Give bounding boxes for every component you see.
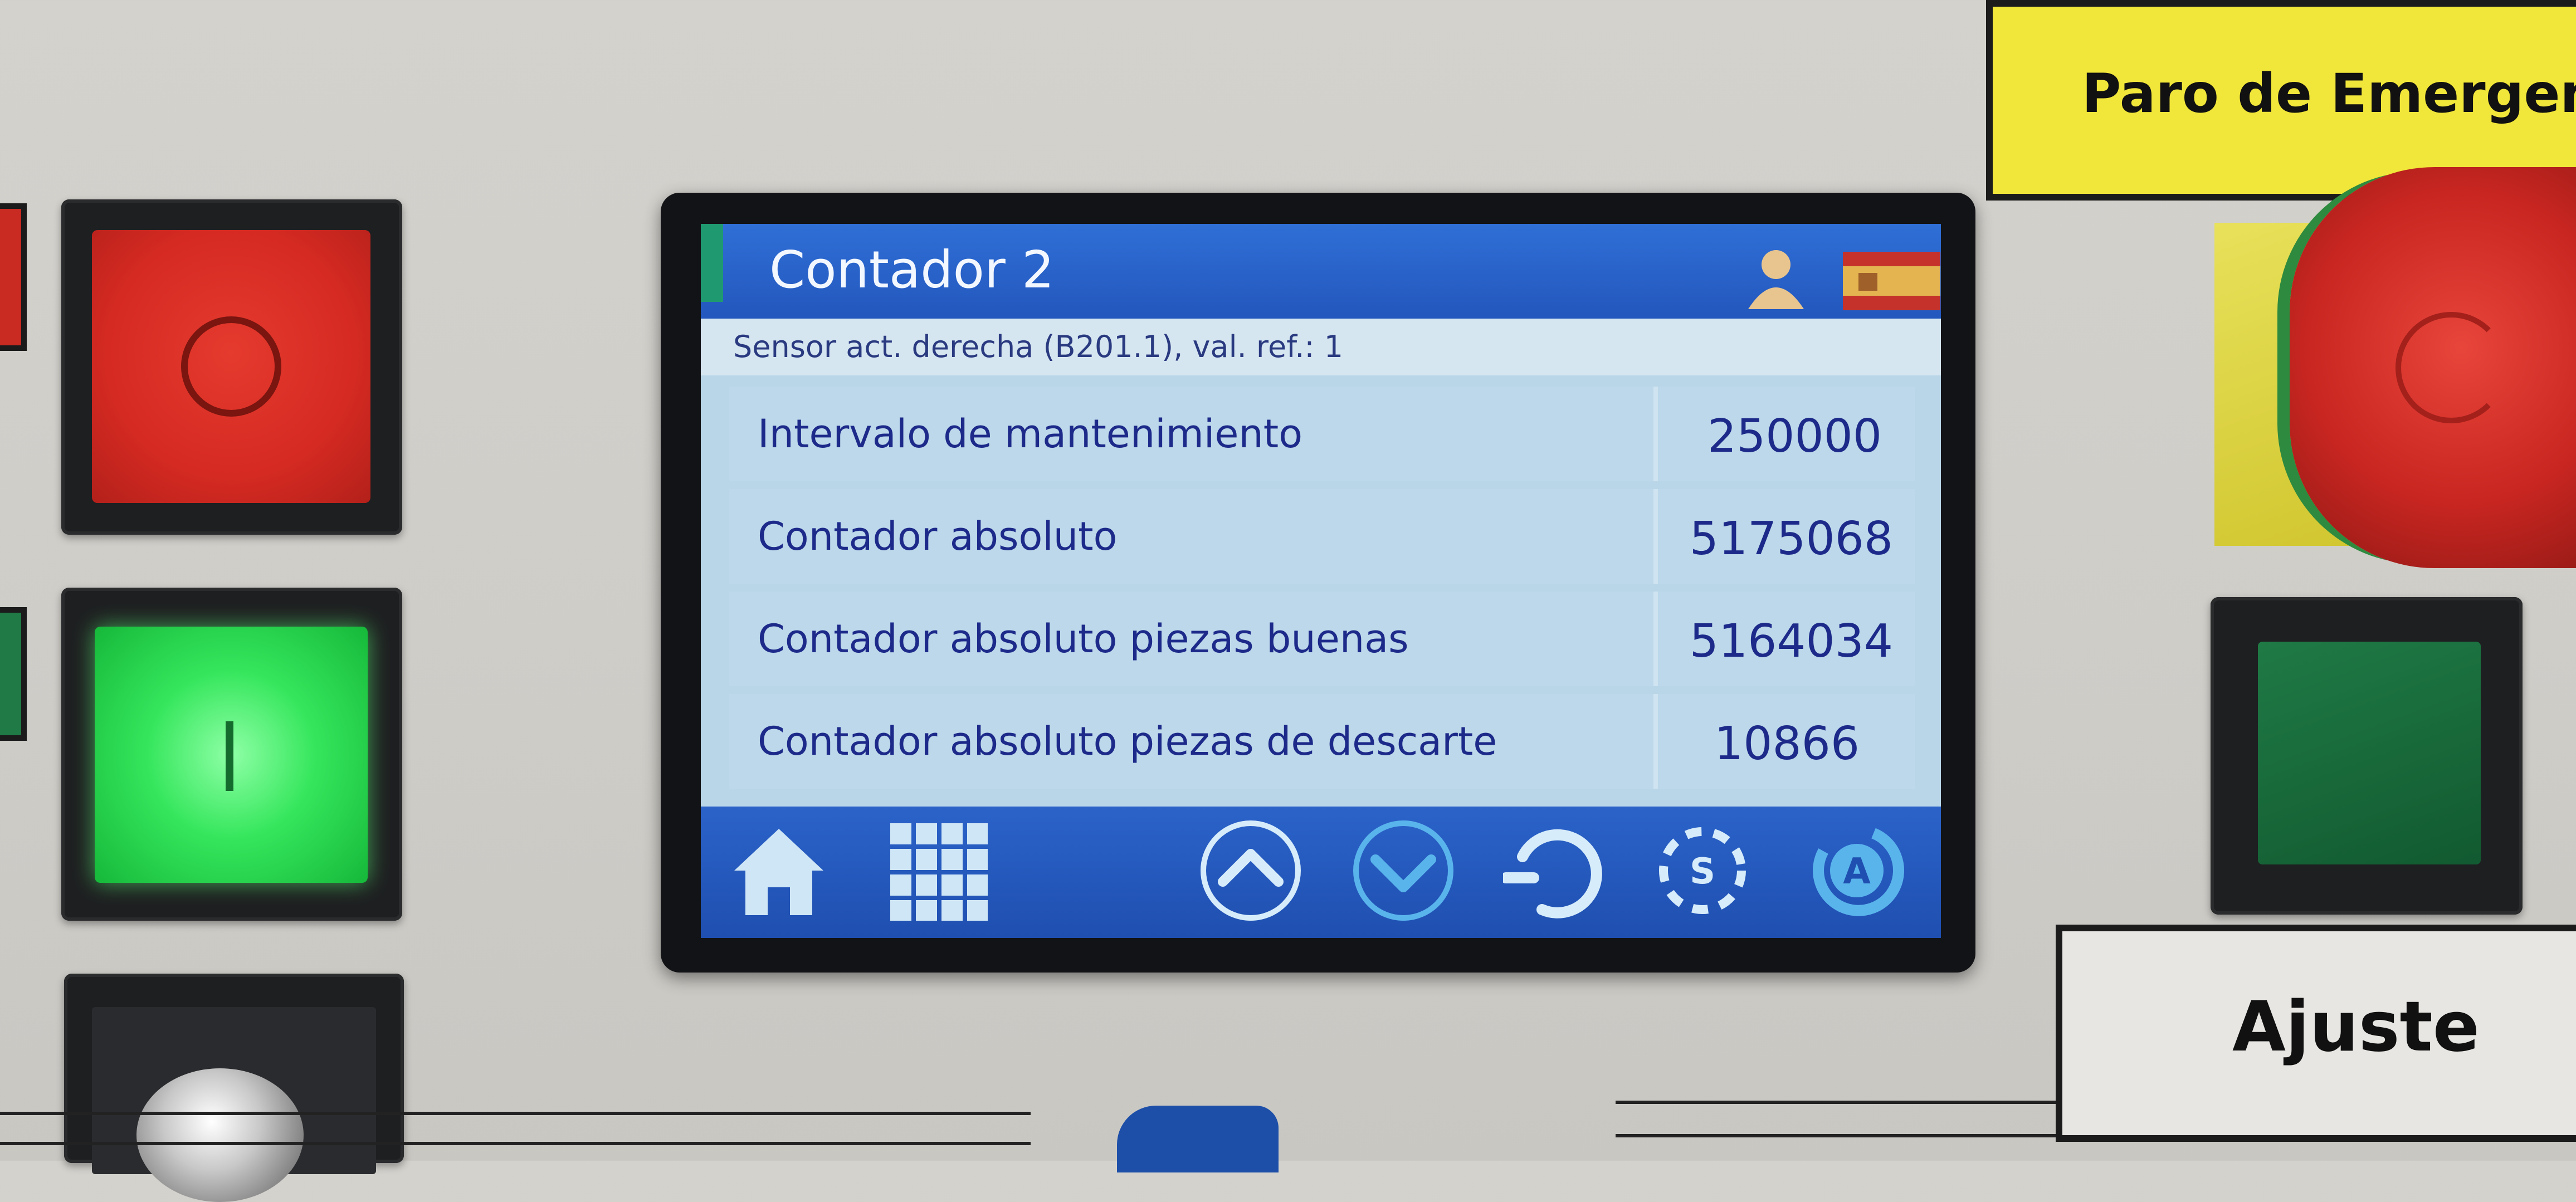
key-switch-bezel [64,974,404,1202]
start-symbol-icon [226,721,233,791]
row-value: 10866 [1714,717,1860,770]
a-cycle-icon[interactable]: A [1807,818,1907,924]
s-cycle-icon[interactable]: S [1652,818,1753,924]
row-divider [1653,489,1658,584]
table-row[interactable]: Intervalo de mantenimiento 250000 [729,387,1915,481]
reset-button-bezel [2211,597,2523,915]
hmi-frame: Contador 2 Sensor act. derecha (B201.1),… [661,193,1975,973]
adjust-label: Ajuste [2056,925,2576,1142]
brand-logo-fragment [1117,1106,1279,1172]
hmi-screen: Contador 2 Sensor act. derecha (B201.1),… [701,224,1941,938]
emergency-stop-label-text: Paro de Emergencia [2082,62,2576,125]
sensor-subtitle: Sensor act. derecha (B201.1), val. ref.:… [701,319,1941,375]
left-edge-red-indicator [0,203,27,351]
svg-text:S: S [1690,851,1715,892]
home-icon[interactable] [731,823,826,921]
panel-line [1616,1134,2117,1137]
table-row[interactable]: Contador absoluto piezas de descarte 108… [729,694,1915,789]
grid-menu-icon[interactable] [890,823,988,921]
row-divider [1653,387,1658,481]
page-title: Contador 2 [769,240,1055,300]
reset-button[interactable] [2258,642,2481,864]
stop-symbol-icon [181,316,281,417]
table-row[interactable]: Contador absoluto 5175068 [729,489,1915,584]
row-label: Contador absoluto [758,514,1118,559]
row-label: Contador absoluto piezas de descarte [758,719,1497,764]
key-switch[interactable] [136,1068,304,1202]
adjust-label-text: Ajuste [2232,987,2480,1067]
row-value: 250000 [1707,410,1882,463]
start-button[interactable] [95,627,368,883]
toolbar: S A [701,807,1941,938]
row-value: 5164034 [1689,615,1893,668]
row-value: 5175068 [1689,512,1893,565]
row-divider [1653,694,1658,789]
arrow-down-icon[interactable] [1350,818,1456,924]
stop-button-bezel [61,199,402,535]
panel-line [1616,1101,2117,1104]
title-bar: Contador 2 [701,224,1941,319]
arrow-up-icon[interactable] [1198,818,1304,924]
panel-line [0,1112,1031,1115]
left-edge-green-indicator [0,607,27,741]
svg-text:A: A [1843,851,1871,892]
stop-button[interactable] [92,230,370,503]
refresh-icon[interactable] [1503,818,1606,924]
title-accent [701,224,723,302]
row-label: Intervalo de mantenimiento [758,411,1303,457]
row-label: Contador absoluto piezas buenas [758,616,1409,662]
emergency-stop-arrow-icon [2396,312,2507,423]
language-flag-icon[interactable] [1843,252,1940,310]
row-divider [1653,592,1658,686]
table-row[interactable]: Contador absoluto piezas buenas 5164034 [729,592,1915,686]
start-button-bezel [61,588,402,921]
user-icon[interactable] [1743,243,1809,310]
panel-line [0,1142,1031,1145]
